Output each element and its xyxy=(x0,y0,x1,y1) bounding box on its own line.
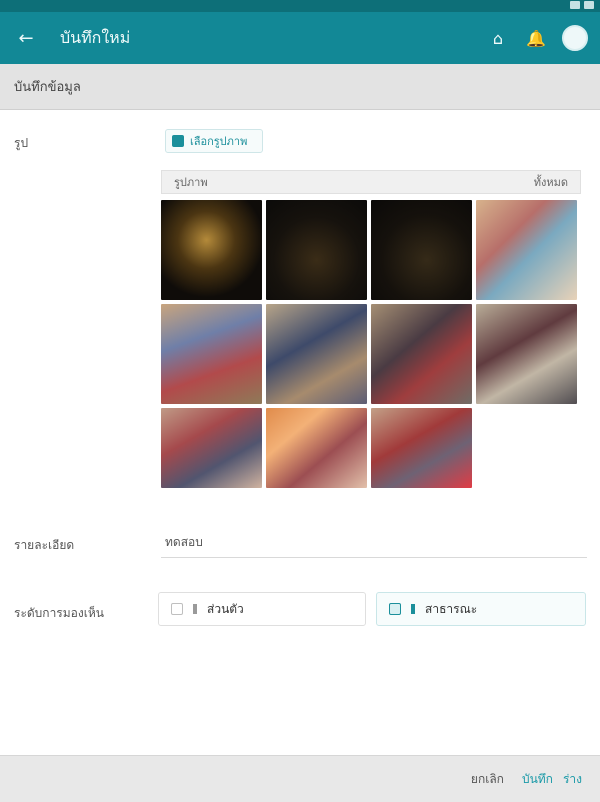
detail-input[interactable]: ทดสอบ xyxy=(161,528,587,558)
status-bar xyxy=(0,0,600,12)
photo-panel: รูปภาพ ทั้งหมด xyxy=(161,170,581,490)
cancel-button[interactable]: ยกเลิก xyxy=(471,770,504,789)
lock-icon xyxy=(193,604,197,614)
photo-thumbnail[interactable] xyxy=(371,304,472,404)
photo-thumbnail[interactable] xyxy=(161,408,262,488)
photo-thumbnail[interactable] xyxy=(161,304,262,404)
photo-thumbnail[interactable] xyxy=(371,408,472,488)
option-private-label: ส่วนตัว xyxy=(207,601,244,616)
save-draft-button[interactable]: ร่าง xyxy=(563,770,582,789)
option-private[interactable]: ส่วนตัว xyxy=(158,592,366,626)
section-header: บันทึกข้อมูล xyxy=(0,64,600,110)
battery-icon xyxy=(584,1,594,9)
app-bar: ← บันทึกใหม่ ⌂ 🔔 xyxy=(0,12,600,64)
panel-header-left: รูปภาพ xyxy=(174,176,208,189)
photo-thumbnail[interactable] xyxy=(161,200,262,300)
photo-chip[interactable]: เลือกรูปภาพ xyxy=(165,129,263,153)
photo-thumbnail[interactable] xyxy=(266,408,367,488)
photo-thumbnail[interactable] xyxy=(266,200,367,300)
option-public-label: สาธารณะ xyxy=(425,601,478,616)
save-button[interactable]: บันทึก xyxy=(522,770,553,789)
bell-icon[interactable]: 🔔 xyxy=(524,29,548,48)
appbar-actions: ⌂ 🔔 xyxy=(486,25,588,51)
photo-thumbnail[interactable] xyxy=(476,200,577,300)
status-icons xyxy=(570,1,594,9)
option-public[interactable]: สาธารณะ xyxy=(376,592,586,626)
checkbox-icon xyxy=(389,603,401,615)
photo-thumbnail[interactable] xyxy=(476,304,577,404)
wifi-icon xyxy=(570,1,580,9)
photo-panel-header: รูปภาพ ทั้งหมด xyxy=(161,170,581,194)
page-title: บันทึกใหม่ xyxy=(60,27,131,47)
save-group: บันทึก ร่าง xyxy=(522,770,582,789)
chip-label: เลือกรูปภาพ xyxy=(190,135,248,148)
image-icon xyxy=(172,135,184,147)
photo-thumbnail[interactable] xyxy=(371,200,472,300)
home-icon[interactable]: ⌂ xyxy=(486,29,510,48)
globe-icon xyxy=(411,604,415,614)
back-button[interactable]: ← xyxy=(0,12,52,64)
checkbox-icon xyxy=(171,603,183,615)
photo-grid xyxy=(161,200,581,508)
detail-label: รายละเอียด xyxy=(14,538,75,552)
avatar[interactable] xyxy=(562,25,588,51)
arrow-left-icon: ← xyxy=(18,27,34,49)
panel-header-right[interactable]: ทั้งหมด xyxy=(534,173,568,191)
visibility-label: ระดับการมองเห็น xyxy=(14,606,104,620)
bottom-bar: ยกเลิก บันทึก ร่าง xyxy=(0,755,600,802)
photos-label: รูป xyxy=(14,136,29,150)
photo-thumbnail[interactable] xyxy=(266,304,367,404)
